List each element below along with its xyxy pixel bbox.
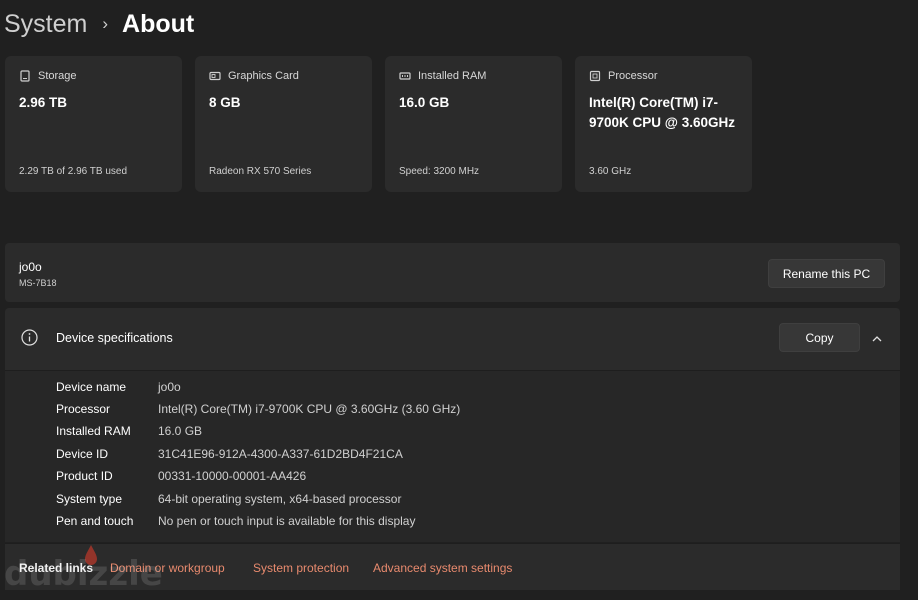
processor-value: Intel(R) Core(TM) i7-9700K CPU @ 3.60GHz — [589, 95, 735, 130]
graphics-card-label: Graphics Card — [228, 70, 299, 82]
spec-row-product-id: Product ID 00331-10000-00001-AA426 — [56, 468, 306, 484]
processor-label: Processor — [608, 70, 658, 82]
storage-card[interactable]: Storage 2.96 TB 2.29 TB of 2.96 TB used — [5, 56, 182, 192]
spec-key: Pen and touch — [56, 514, 134, 528]
advanced-system-settings-link[interactable]: Advanced system settings — [373, 561, 512, 575]
pc-model: MS-7B18 — [19, 278, 57, 288]
spec-row-processor: Processor Intel(R) Core(TM) i7-9700K CPU… — [56, 401, 460, 417]
storage-label: Storage — [38, 70, 77, 82]
domain-or-workgroup-link[interactable]: Domain or workgroup — [110, 561, 225, 575]
graphics-card-card[interactable]: Graphics Card 8 GB Radeon RX 570 Series — [195, 56, 372, 192]
spec-row-pen-and-touch: Pen and touch No pen or touch input is a… — [56, 513, 415, 529]
spec-key: System type — [56, 492, 123, 506]
related-links-bar: Related links Domain or workgroup System… — [5, 543, 900, 590]
storage-usage: 2.29 TB of 2.96 TB used — [19, 166, 128, 177]
spec-key: Device name — [56, 380, 127, 394]
spec-value: No pen or touch input is available for t… — [158, 514, 416, 528]
storage-icon — [19, 70, 31, 82]
breadcrumb-system[interactable]: System — [4, 10, 87, 39]
spec-value: 64-bit operating system, x64-based proce… — [158, 492, 402, 506]
processor-speed: 3.60 GHz — [589, 166, 632, 177]
graphics-card-icon — [209, 70, 221, 82]
spec-value: 31C41E96-912A-4300-A337-61D2BD4F21CA — [158, 447, 403, 461]
spec-key: Installed RAM — [56, 424, 131, 438]
spec-key: Product ID — [56, 469, 113, 483]
ram-icon — [399, 70, 411, 82]
device-specifications-list: Device name jo0o Processor Intel(R) Core… — [5, 370, 900, 542]
spec-key: Device ID — [56, 447, 109, 461]
spec-row-device-id: Device ID 31C41E96-912A-4300-A337-61D2BD… — [56, 446, 403, 462]
chevron-up-icon[interactable] — [871, 332, 883, 344]
spec-row-device-name: Device name jo0o — [56, 379, 181, 395]
info-icon — [21, 329, 38, 346]
breadcrumb: System › About — [4, 8, 194, 40]
processor-icon — [589, 70, 601, 82]
copy-button[interactable]: Copy — [779, 323, 860, 352]
graphics-card-value: 8 GB — [209, 95, 241, 110]
pc-name-panel: jo0o MS-7B18 Rename this PC — [5, 243, 900, 302]
breadcrumb-chevron-icon: › — [102, 14, 109, 33]
storage-value: 2.96 TB — [19, 95, 68, 110]
graphics-card-model: Radeon RX 570 Series — [209, 166, 312, 177]
watermark-drop-icon — [84, 544, 98, 566]
rename-pc-button[interactable]: Rename this PC — [768, 259, 885, 288]
spec-row-installed-ram: Installed RAM 16.0 GB — [56, 423, 202, 439]
spec-value: 00331-10000-00001-AA426 — [158, 469, 307, 483]
spec-value: jo0o — [158, 380, 181, 394]
spec-key: Processor — [56, 402, 111, 416]
system-protection-link[interactable]: System protection — [253, 561, 349, 575]
spec-value: Intel(R) Core(TM) i7-9700K CPU @ 3.60GHz… — [158, 402, 461, 416]
ram-speed: Speed: 3200 MHz — [399, 166, 480, 177]
processor-card[interactable]: Processor Intel(R) Core(TM) i7-9700K CPU… — [575, 56, 752, 192]
spec-value: 16.0 GB — [158, 424, 203, 438]
ram-value: 16.0 GB — [399, 95, 450, 110]
device-specifications-header[interactable]: Device specifications Copy — [5, 308, 900, 370]
pc-name: jo0o — [19, 260, 42, 274]
page-title: About — [122, 9, 195, 38]
related-links-label: Related links — [19, 561, 94, 575]
device-specifications-title: Device specifications — [56, 331, 173, 345]
spec-row-system-type: System type 64-bit operating system, x64… — [56, 491, 401, 507]
ram-card[interactable]: Installed RAM 16.0 GB Speed: 3200 MHz — [385, 56, 562, 192]
ram-label: Installed RAM — [418, 70, 487, 82]
